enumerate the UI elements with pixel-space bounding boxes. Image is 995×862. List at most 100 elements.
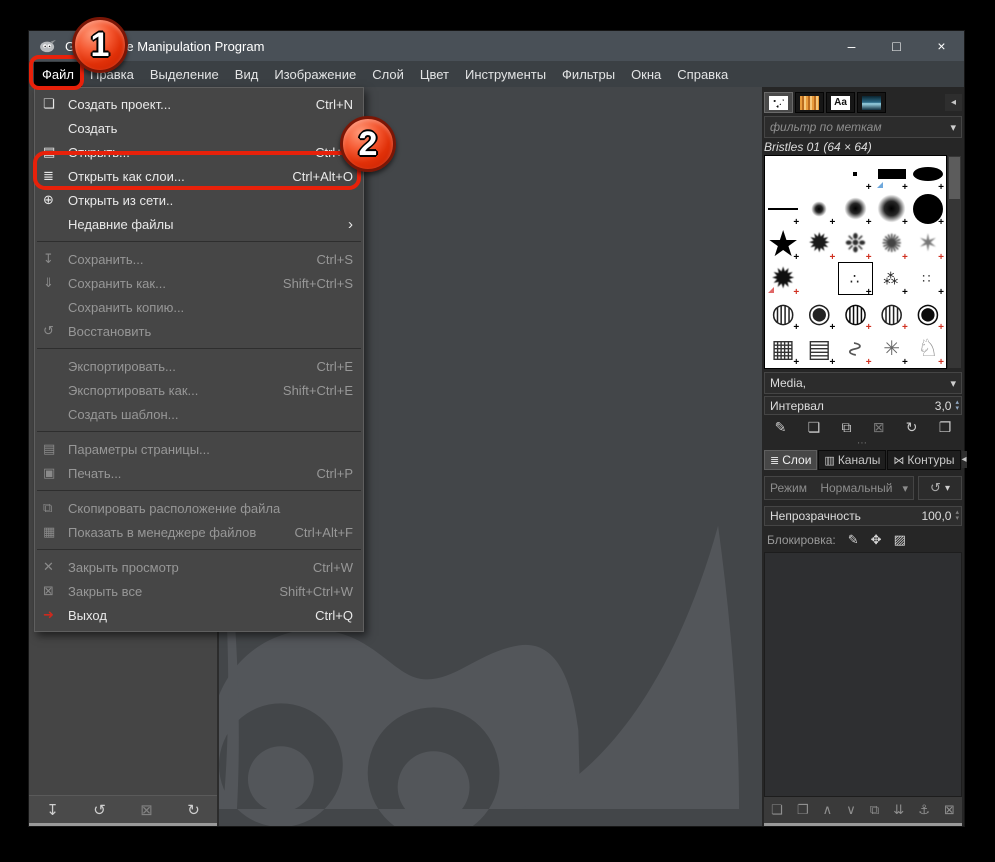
media-select[interactable]: Media, ▾	[764, 372, 962, 394]
menu-windows[interactable]: Окна	[623, 62, 669, 87]
tag-filter-input[interactable]: фильтр по меткам ▾	[764, 116, 962, 138]
file-recent[interactable]: Недавние файлы ›	[35, 212, 363, 236]
file-close-view[interactable]: ✕ Закрыть просмотр Ctrl+W	[35, 555, 363, 579]
delete-layer-button[interactable]: ⊠	[944, 802, 955, 818]
tab-brushes[interactable]	[764, 92, 793, 113]
layers-list[interactable]	[764, 552, 962, 797]
brush-cell[interactable]: ▦ +	[765, 331, 801, 369]
file-export[interactable]: Экспортировать... Ctrl+E	[35, 354, 363, 378]
reset-tool-options-button[interactable]: ↻	[187, 801, 200, 819]
brush-cell[interactable]: ▤ +	[801, 331, 837, 369]
brush-cell[interactable]: ♘ +	[910, 331, 946, 368]
brush-cell[interactable]: +	[874, 191, 910, 228]
new-brush-button[interactable]: ❏	[808, 419, 821, 436]
opacity-slider[interactable]: Непрозрачность 100,0 ▴ ▾	[764, 506, 962, 526]
open-brush-as-image-button[interactable]: ❐	[939, 419, 952, 436]
minimize-button[interactable]: –	[829, 31, 874, 61]
lock-pixels-icon[interactable]: ✎	[848, 532, 859, 548]
brush-cell[interactable]: ◍ +	[874, 296, 910, 333]
file-revert[interactable]: ↺ Восстановить	[35, 319, 363, 343]
layer-mode-select[interactable]: Режим Нормальный ▾	[764, 476, 914, 500]
merge-layer-button[interactable]: ⇊	[893, 802, 904, 818]
brush-cell[interactable]	[765, 156, 801, 191]
refresh-brushes-button[interactable]: ↻	[906, 419, 918, 436]
tab-paths[interactable]: ⋈ Контуры	[887, 450, 961, 470]
brush-cell[interactable]: +	[801, 191, 837, 228]
menu-filters[interactable]: Фильтры	[554, 62, 623, 87]
file-open-location[interactable]: ⊕ Открыть из сети..	[35, 188, 363, 212]
brush-cell[interactable]: ◉ +	[801, 296, 837, 333]
file-page-setup[interactable]: ▤ Параметры страницы...	[35, 437, 363, 461]
close-button[interactable]: ×	[919, 31, 964, 61]
file-quit[interactable]: ➜ Выход Ctrl+Q	[35, 603, 363, 627]
tab-fonts[interactable]: Aa	[826, 92, 855, 113]
brush-cell[interactable]: ◍ +	[837, 296, 873, 333]
tab-patterns[interactable]	[795, 92, 824, 113]
file-print[interactable]: ▣ Печать... Ctrl+P	[35, 461, 363, 485]
menu-layer[interactable]: Слой	[364, 62, 412, 87]
file-copy-location[interactable]: ⧉ Скопировать расположение файла	[35, 496, 363, 520]
new-layer-group-button[interactable]: ❐	[797, 802, 809, 818]
dock-grip-handle[interactable]: ⋯	[764, 438, 962, 449]
brush-cell[interactable]: +	[910, 156, 946, 193]
brush-cell[interactable]: ⁂ +	[874, 261, 910, 299]
brush-cell[interactable]: ∷ +	[910, 261, 946, 299]
menu-select[interactable]: Выделение	[142, 62, 227, 87]
file-show-in-file-manager[interactable]: ▦ Показать в менеджере файлов Ctrl+Alt+F	[35, 520, 363, 544]
brush-cell[interactable]: +	[765, 191, 801, 228]
file-save-as[interactable]: ⇓ Сохранить как... Shift+Ctrl+S	[35, 271, 363, 295]
restore-tool-preset-button[interactable]: ↺	[93, 801, 106, 819]
brush-cell[interactable]: ✳ +	[874, 331, 910, 368]
brush-cell[interactable]: ◍ +	[765, 296, 801, 333]
save-tool-preset-button[interactable]: ↧	[46, 801, 59, 819]
menu-view[interactable]: Вид	[227, 62, 267, 87]
tab-gradients[interactable]	[857, 92, 886, 113]
file-save[interactable]: ↧ Сохранить... Ctrl+S	[35, 247, 363, 271]
lower-layer-button[interactable]: ∨	[846, 802, 856, 818]
menu-tools[interactable]: Инструменты	[457, 62, 554, 87]
edit-brush-button[interactable]: ✎	[775, 419, 787, 436]
file-export-as[interactable]: Экспортировать как... Shift+Ctrl+E	[35, 378, 363, 402]
delete-tool-preset-button[interactable]: ⊠	[140, 801, 153, 819]
brush-scrollbar[interactable]	[947, 155, 962, 369]
brush-cell[interactable]	[801, 261, 837, 296]
brush-cell[interactable]: ∿ +	[837, 331, 873, 368]
brush-cell[interactable]: ✺ +	[874, 226, 910, 264]
brush-cell[interactable]: +	[874, 156, 910, 193]
tab-channels[interactable]: ▥ Каналы	[818, 450, 887, 470]
spinner-arrows-icon[interactable]: ▴ ▾	[955, 399, 959, 412]
scrollbar-thumb[interactable]	[949, 157, 960, 199]
raise-layer-button[interactable]: ∧	[823, 802, 833, 818]
brush-cell[interactable]: ★ +	[765, 225, 801, 263]
delete-brush-button[interactable]: ⊠	[873, 419, 885, 436]
brush-cell[interactable]: +	[837, 191, 873, 228]
duplicate-layer-button[interactable]: ⧉	[870, 802, 879, 818]
brush-cell[interactable]: ✶ +	[910, 226, 946, 263]
panel-menu-button[interactable]: ◂	[945, 94, 962, 111]
spinner-arrows-icon[interactable]: ▴ ▾	[955, 509, 959, 522]
menu-image[interactable]: Изображение	[266, 62, 364, 87]
brush-cell[interactable]: ✹ +	[765, 261, 801, 298]
file-save-copy[interactable]: Сохранить копию...	[35, 295, 363, 319]
lock-alpha-icon[interactable]: ▨	[894, 532, 906, 548]
brush-cell[interactable]	[801, 156, 837, 191]
new-layer-button[interactable]: ❏	[771, 802, 783, 818]
duplicate-brush-button[interactable]: ⧉	[841, 419, 851, 436]
file-close-all[interactable]: ⊠ Закрыть все Shift+Ctrl+W	[35, 579, 363, 603]
brush-cell[interactable]: ◉ +	[910, 296, 946, 333]
menu-help[interactable]: Справка	[669, 62, 736, 87]
tab-layers[interactable]: ≣ Слои	[764, 450, 818, 470]
brush-cell[interactable]: ✹ +	[801, 226, 837, 263]
menu-colors[interactable]: Цвет	[412, 62, 457, 87]
spacing-spinner[interactable]: Интервал 3,0 ▴ ▾	[764, 396, 962, 415]
file-new-project[interactable]: ❏ Создать проект... Ctrl+N	[35, 92, 363, 116]
layer-mode-switch-button[interactable]: ↺ ▾	[918, 476, 962, 500]
brush-cell[interactable]: ∴ +	[837, 261, 873, 298]
file-create-template[interactable]: Создать шаблон...	[35, 402, 363, 426]
panel-menu-button[interactable]: ◂	[961, 451, 967, 468]
brush-cell[interactable]: +	[837, 156, 873, 193]
brush-cell[interactable]: ❉ +	[837, 226, 873, 263]
anchor-layer-button[interactable]: ⚓	[918, 802, 930, 818]
maximize-button[interactable]: □	[874, 31, 919, 61]
brush-cell[interactable]: +	[910, 191, 946, 228]
